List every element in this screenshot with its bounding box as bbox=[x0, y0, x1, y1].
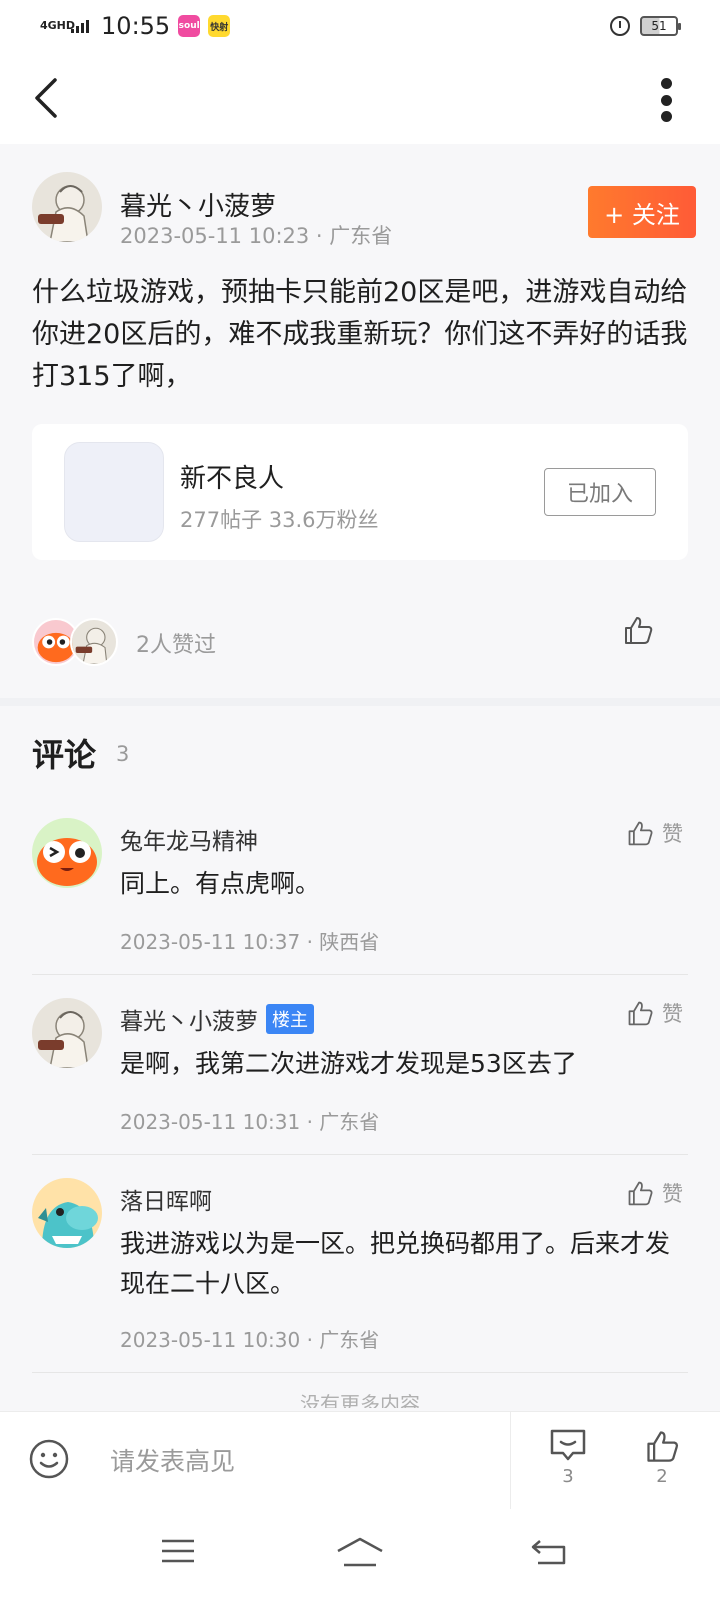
return-icon bbox=[531, 1540, 566, 1565]
no-more-content-hint: 没有更多内容 bbox=[300, 1392, 420, 1408]
clock: 10:55 bbox=[101, 12, 171, 40]
forum-name: 新不良人 bbox=[180, 464, 285, 494]
more-options-button[interactable] bbox=[654, 76, 678, 124]
menu-icon bbox=[162, 1539, 194, 1563]
comment-author[interactable]: 暮光丶小菠萝 楼主 bbox=[120, 1002, 314, 1036]
section-divider bbox=[0, 698, 720, 706]
comment-author[interactable]: 落日晖啊 bbox=[120, 1182, 212, 1216]
comment-like-button[interactable]: 赞 bbox=[626, 998, 683, 1028]
post-content: 什么垃圾游戏，预抽卡只能前20区是吧，进游戏自动给你进20区后的，难不成我重新玩… bbox=[32, 277, 688, 392]
op-badge: 楼主 bbox=[266, 1004, 314, 1034]
comment-meta: 2023-05-11 10:37 · 陕西省 bbox=[120, 930, 380, 954]
status-bar: 4GHD 10:55 soul 快射 51 bbox=[0, 0, 720, 56]
liker-avatar bbox=[70, 618, 118, 666]
like-label: 赞 bbox=[662, 822, 683, 846]
comment-like-button[interactable]: 赞 bbox=[626, 818, 683, 848]
back-button[interactable] bbox=[22, 74, 70, 122]
home-button[interactable] bbox=[336, 1535, 384, 1575]
alarm-icon bbox=[610, 16, 630, 36]
emoji-button[interactable] bbox=[28, 1438, 70, 1484]
comments-title: 评论 bbox=[32, 736, 97, 774]
follow-button[interactable]: + 关注 bbox=[588, 186, 696, 238]
comment-text: 是啊，我第二次进游戏才发现是53区去了 bbox=[120, 1049, 577, 1078]
thumbs-up-icon bbox=[628, 821, 653, 846]
comment-text: 同上。有点虎啊。 bbox=[120, 869, 321, 898]
comment-meta: 2023-05-11 10:30 · 广东省 bbox=[120, 1328, 380, 1352]
bottom-bar-separator bbox=[510, 1412, 511, 1510]
thumbs-up-icon bbox=[628, 1181, 653, 1206]
recent-apps-button[interactable] bbox=[160, 1535, 196, 1571]
thumbs-up-icon bbox=[628, 1001, 653, 1026]
home-icon bbox=[337, 1537, 383, 1567]
smiley-icon bbox=[29, 1439, 69, 1479]
comment-separator bbox=[32, 1154, 688, 1155]
network-type: 4GHD bbox=[40, 19, 76, 32]
comment-meta: 2023-05-11 10:31 · 广东省 bbox=[120, 1110, 380, 1134]
forum-card[interactable]: 新不良人 277帖子 33.6万粉丝 已加入 bbox=[32, 424, 688, 560]
kuaishe-app-icon: 快射 bbox=[208, 15, 231, 37]
comment-icon bbox=[550, 1429, 586, 1461]
post-author-name[interactable]: 暮光丶小菠萝 bbox=[120, 186, 276, 223]
more-vertical-icon bbox=[660, 78, 672, 89]
post-meta: 2023-05-11 10:23 · 广东省 bbox=[120, 224, 393, 248]
like-button[interactable]: 2 bbox=[634, 1428, 690, 1487]
forum-stats: 277帖子 33.6万粉丝 bbox=[180, 508, 379, 532]
comment-author-name: 落日晖啊 bbox=[120, 1189, 212, 1215]
battery-level: 51 bbox=[651, 19, 667, 33]
post-author-avatar[interactable] bbox=[32, 172, 102, 242]
bottom-action-bar: 3 2 bbox=[0, 1411, 720, 1510]
soul-app-icon: soul bbox=[178, 15, 201, 37]
like-label: 赞 bbox=[662, 1002, 683, 1026]
comment-author-name: 暮光丶小菠萝 bbox=[120, 1009, 258, 1035]
forum-logo bbox=[64, 442, 164, 542]
comment-text: 我进游戏以为是一区。把兑换码都用了。后来才发现在二十八区。 bbox=[120, 1229, 671, 1298]
like-count: 2 bbox=[656, 1466, 668, 1487]
comment-avatar[interactable] bbox=[32, 818, 102, 888]
signal-icon bbox=[71, 19, 90, 33]
comment-author-name: 兔年龙马精神 bbox=[120, 829, 258, 855]
comment-avatar[interactable] bbox=[32, 998, 102, 1068]
top-nav-bar bbox=[0, 56, 720, 144]
comment-count: 3 bbox=[562, 1466, 574, 1487]
comment-avatar[interactable] bbox=[32, 1178, 102, 1248]
joined-button[interactable]: 已加入 bbox=[544, 468, 656, 516]
post-like-button[interactable] bbox=[622, 614, 654, 646]
comment-author[interactable]: 兔年龙马精神 bbox=[120, 822, 258, 856]
system-back-button[interactable] bbox=[530, 1535, 568, 1571]
comment-like-button[interactable]: 赞 bbox=[626, 1178, 683, 1208]
reply-input[interactable] bbox=[110, 1438, 490, 1484]
comment-separator bbox=[32, 974, 688, 975]
like-label: 赞 bbox=[662, 1182, 683, 1206]
comments-count: 3 bbox=[116, 742, 130, 766]
system-navigation-bar bbox=[0, 1509, 720, 1600]
comments-button[interactable]: 3 bbox=[540, 1428, 596, 1487]
comment-separator bbox=[32, 1372, 688, 1373]
battery-icon: 51 bbox=[640, 16, 681, 36]
thumbs-up-icon bbox=[625, 617, 653, 644]
likers-count-text[interactable]: 2人赞过 bbox=[136, 627, 216, 659]
chevron-left-icon bbox=[35, 78, 57, 118]
thumbs-up-icon bbox=[647, 1431, 679, 1462]
network-indicator: 4GHD bbox=[40, 19, 90, 33]
